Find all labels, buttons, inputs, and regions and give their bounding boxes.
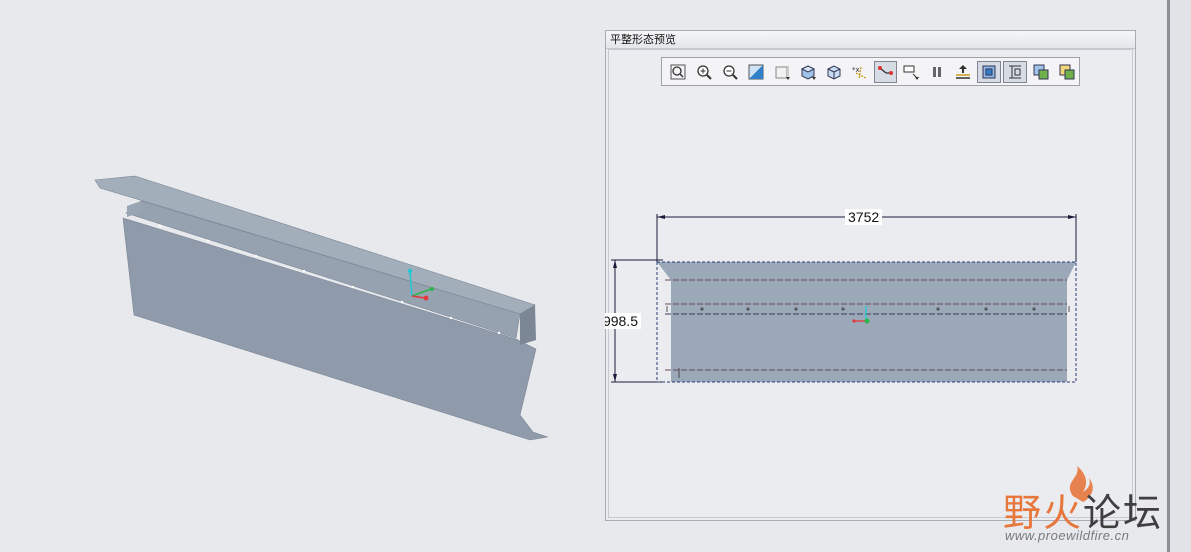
window-edge-margin [1170,0,1191,552]
datum-display-icon[interactable]: *x [848,61,872,83]
flat-pattern-toggle-icon[interactable] [977,60,1002,83]
refit-icon[interactable] [666,61,690,83]
saved-orientations-icon[interactable] [796,61,820,83]
panel-title: 平整形态预览 [606,31,1135,49]
zoom-in-icon[interactable] [692,61,716,83]
paste-settings-icon[interactable] [1055,61,1079,83]
watermark-url: www.proewildfire.cn [1005,528,1130,543]
dimension-display-icon[interactable] [1003,60,1028,83]
named-views-icon[interactable] [822,61,846,83]
preview-toolbar: *x [661,57,1080,86]
svg-text:*x: *x [852,66,860,74]
height-dimension-label[interactable]: 998.5 [605,313,641,329]
repaint-icon[interactable] [744,61,768,83]
annotation-display-icon[interactable] [899,61,923,83]
pause-icon[interactable] [925,61,949,83]
csys-display-icon[interactable] [873,60,898,83]
width-dimension-label[interactable]: 3752 [845,209,883,225]
flat-pattern-drawing [611,214,1077,383]
copy-settings-icon[interactable] [1029,61,1053,83]
regenerate-icon[interactable] [951,61,975,83]
display-style-icon[interactable] [770,61,794,83]
zoom-out-icon[interactable] [718,61,742,83]
sheetmetal-3d-model[interactable] [0,0,600,552]
